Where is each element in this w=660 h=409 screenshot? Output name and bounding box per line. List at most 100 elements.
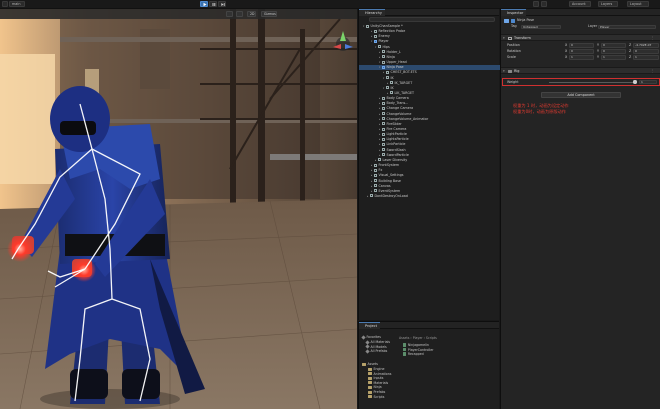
hierarchy-item[interactable]: ▸ Building Base: [359, 179, 500, 184]
collab-icon[interactable]: [541, 1, 547, 7]
favorite-item[interactable]: All Prefabs: [365, 349, 387, 354]
hierarchy-item[interactable]: ▸ CHEST_BOT.ETS: [359, 70, 500, 75]
hierarchy-item[interactable]: ▸ ChangeVolume: [359, 112, 500, 117]
position-y-field[interactable]: 0: [601, 43, 626, 48]
rig-section-header[interactable]: ▾ Rig ⋮: [501, 67, 660, 74]
breadcrumb-player[interactable]: Player: [413, 336, 423, 340]
weight-value-field[interactable]: 1: [639, 79, 657, 85]
weight-slider-track[interactable]: [549, 81, 635, 83]
gameobject-icon: [374, 34, 377, 38]
scale-y-field[interactable]: 1: [601, 55, 626, 60]
hierarchy-item[interactable]: ▸ LightParticle: [359, 132, 500, 137]
layout-dropdown[interactable]: Layout: [627, 1, 649, 7]
hierarchy-item[interactable]: ▸ Canvas: [359, 184, 500, 189]
ik-target-left-handle[interactable]: [7, 236, 33, 262]
gameobject-icon: [382, 60, 385, 64]
tab-inspector[interactable]: Inspector: [501, 9, 527, 16]
assets-header[interactable]: Assets: [362, 362, 378, 367]
gizmos-dropdown[interactable]: Gizmos: [261, 11, 277, 17]
rotation-z-field[interactable]: 0: [633, 49, 659, 54]
hierarchy-item-label: Change Camera: [386, 106, 414, 111]
hierarchy-item[interactable]: ▾ IK: [359, 86, 500, 91]
hierarchy-search-input[interactable]: [369, 17, 495, 22]
hierarchy-item[interactable]: ▾ Player: [359, 39, 500, 44]
hierarchy-item[interactable]: ▸ SwordSlash: [359, 148, 500, 153]
file-item[interactable]: Recapped: [403, 352, 424, 357]
position-z-field[interactable]: -4.702E-07: [633, 43, 659, 48]
favorites-label: Favorites: [366, 335, 381, 339]
step-button[interactable]: [218, 1, 226, 7]
hierarchy-item[interactable]: ▾ UnityChanSample *: [359, 24, 500, 29]
hierarchy-item[interactable]: ▸ FrontSystem: [359, 163, 500, 168]
hierarchy-item[interactable]: ▸ EventSystem: [359, 189, 500, 194]
view-options-button[interactable]: [236, 11, 243, 17]
hierarchy-item[interactable]: ▾ Hips: [359, 45, 500, 50]
axis-z-label: Z: [629, 49, 632, 53]
hierarchy-item[interactable]: ▸ Fire Camera: [359, 127, 500, 132]
hierarchy-item[interactable]: ▸ IK_TARGET: [359, 81, 500, 86]
hierarchy-item[interactable]: ▸ Visual_Settings: [359, 173, 500, 178]
hierarchy-item[interactable]: ▸ Holder_L: [359, 50, 500, 55]
rotation-x-field[interactable]: 0: [569, 49, 594, 54]
layers-dropdown[interactable]: Layers: [598, 1, 618, 7]
scene-icon: [370, 194, 373, 198]
kebab-menu-icon[interactable]: ⋮: [651, 68, 654, 74]
hierarchy-item[interactable]: ▸ LIK_TARGET: [359, 91, 500, 96]
tab-hierarchy[interactable]: Hierarchy: [359, 9, 385, 16]
scale-x-field[interactable]: 1: [569, 55, 594, 60]
transform-section-header[interactable]: ▾ Transform ⋮: [501, 34, 660, 41]
hierarchy-item[interactable]: ▸ Change Camera: [359, 106, 500, 111]
hierarchy-item[interactable]: ▸ LinkParticle: [359, 142, 500, 147]
breadcrumb-scripts[interactable]: Scripts: [426, 336, 437, 340]
axis-y-label: Y: [597, 43, 600, 47]
hierarchy-item[interactable]: ▾ IK: [359, 76, 500, 81]
weight-slider-handle[interactable]: [633, 80, 637, 84]
hierarchy-item[interactable]: ▸ Body_Trans...: [359, 101, 500, 106]
hierarchy-item-label: LightParticle: [386, 132, 407, 137]
hierarchy-item[interactable]: ▸ Reflection Probe: [359, 29, 500, 34]
scale-z-value: 1: [635, 55, 637, 60]
hierarchy-item[interactable]: ▾ Upper_Head: [359, 60, 500, 65]
add-component-button[interactable]: Add Component: [541, 92, 621, 98]
hierarchy-item[interactable]: ▸ FireSlider: [359, 122, 500, 127]
object-name-field[interactable]: Ninja Pose: [517, 18, 534, 23]
position-x-field[interactable]: 0: [569, 43, 594, 48]
account-dropdown[interactable]: Account: [569, 1, 591, 7]
hierarchy-item[interactable]: ▸ DontDestroyOnLoad: [359, 194, 500, 199]
favorite-label: All Models: [370, 344, 387, 349]
kebab-menu-icon[interactable]: ⋮: [651, 35, 654, 41]
hierarchy-item[interactable]: ▸ Ninja: [359, 55, 500, 60]
gameobject-icon: [504, 18, 509, 23]
rotation-z-value: 0: [635, 49, 637, 54]
transform-tool-button[interactable]: [226, 11, 233, 17]
cloud-icon[interactable]: [533, 1, 539, 7]
hierarchy-item[interactable]: ▸ ChangeVolume_Animator: [359, 117, 500, 122]
breadcrumb-assets[interactable]: Assets: [399, 336, 409, 340]
rotation-y-field[interactable]: 0: [601, 49, 626, 54]
add-component-label: Add Component: [567, 93, 595, 97]
account-icon[interactable]: [2, 1, 8, 7]
hierarchy-item[interactable]: ▸ LightsParticle: [359, 137, 500, 142]
tab-project[interactable]: Project: [359, 322, 380, 329]
hierarchy-item[interactable]: ▸ Laser Diversity: [359, 158, 500, 163]
tag-dropdown[interactable]: Untagged: [521, 24, 561, 29]
pause-button[interactable]: [209, 1, 217, 7]
favorites-header[interactable]: Favorites: [361, 334, 381, 340]
hierarchy-item[interactable]: ▸ Body Camera: [359, 96, 500, 101]
file-label: Recapped: [407, 352, 424, 357]
layer-dropdown[interactable]: Player: [598, 24, 656, 29]
hierarchy-item[interactable]: ▾ Ninja Pose: [359, 65, 500, 70]
rotation-row: Rotation X 0 Y 0 Z 0: [501, 49, 660, 54]
toggle-2d-button[interactable]: 2D: [247, 11, 256, 17]
hierarchy-item-label: IK_TARGET: [394, 80, 413, 85]
scene-view[interactable]: 2D Gizmos: [0, 9, 357, 409]
asset-folder-item[interactable]: Scripts: [368, 395, 384, 400]
scale-z-field[interactable]: 1: [633, 55, 659, 60]
active-checkbox[interactable]: [511, 19, 515, 23]
hierarchy-item[interactable]: ▸ Enemy: [359, 34, 500, 39]
hierarchy-item[interactable]: ▸ SwordParticle: [359, 153, 500, 158]
play-button[interactable]: [200, 1, 208, 7]
scene-render[interactable]: [0, 9, 357, 409]
hierarchy-item[interactable]: ▸ Fx: [359, 168, 500, 173]
branch-dropdown[interactable]: main: [9, 1, 25, 7]
